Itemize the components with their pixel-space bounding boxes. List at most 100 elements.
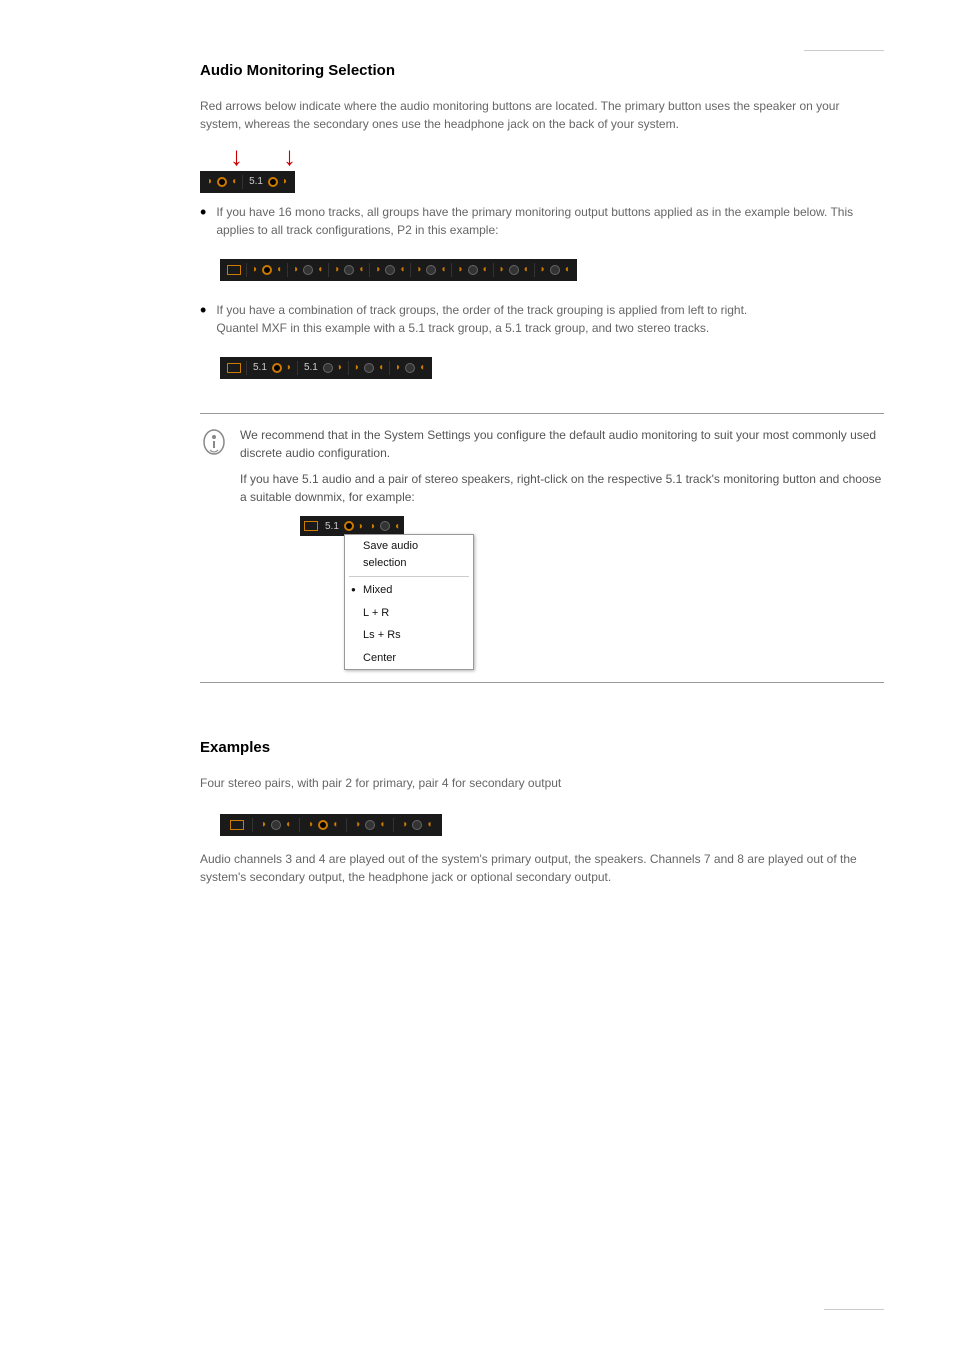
monitor-button[interactable] [426,265,436,275]
menu-item-center[interactable]: Center [345,647,473,670]
note-block: We recommend that in the System Settings… [200,413,884,683]
speaker-left-icon: ◗ [540,263,546,277]
speaker-left-icon: ◗ [499,263,505,277]
monitor-button[interactable] [380,521,390,531]
note-paragraph-2: If you have 5.1 audio and a pair of ster… [240,470,884,506]
audio-group: 5.1 ◗ [297,361,348,375]
monitor-button[interactable] [468,265,478,275]
channel-label-5-1: 5.1 [248,175,264,189]
speaker-right-icon: ◖ [378,361,384,375]
monitor-button-active[interactable] [272,363,282,373]
speaker-left-icon: ◗ [308,818,314,832]
bullet-text-2a: If you have a combination of track group… [216,303,747,317]
speaker-left-icon: ◗ [334,263,340,277]
audio-bar-combo: 5.1 ◗ 5.1 ◗ ◗ ◖ ◗ ◖ [220,357,432,379]
speaker-left-icon: ◗ [416,263,422,277]
monitor-icon [227,265,241,275]
dropdown-audio-bar: 5.1 ◗ ◗ ◖ [300,516,404,536]
speaker-right-icon: ◖ [379,818,385,832]
note-paragraph-1: We recommend that in the System Settings… [240,426,884,462]
bullet-text-1: If you have 16 mono tracks, all groups h… [216,203,884,239]
audio-group: 5.1 ◗ [246,361,297,375]
speaker-right-icon: ◖ [394,519,400,534]
channel-label-5-1: 5.1 [252,361,268,375]
audio-group: ◗ ◖ [252,818,299,832]
speaker-right-icon: ◖ [317,263,323,277]
menu-item-mixed[interactable]: Mixed [345,579,473,602]
monitor-button[interactable] [550,265,560,275]
speaker-left-icon: ◗ [355,818,361,832]
down-arrow-icon: ↓ [230,143,243,169]
bullet-icon: • [200,203,206,221]
intro-paragraph: Red arrows below indicate where the audi… [200,97,884,133]
monitor-button[interactable] [344,265,354,275]
monitor-button[interactable] [271,820,281,830]
examples-intro: Four stereo pairs, with pair 2 for prima… [200,774,884,792]
bullet-text-2: If you have a combination of track group… [216,301,747,337]
speaker-right-icon: ◖ [285,818,291,832]
monitor-button-active[interactable] [268,177,278,187]
audio-group: 5.1 ◗ [242,175,293,189]
header-rule [804,50,884,51]
monitor-button[interactable] [412,820,422,830]
audio-group: ◗ ◖ [410,263,451,277]
monitor-button-active[interactable] [318,820,328,830]
speaker-left-icon: ◗ [293,263,299,277]
audio-bar-16mono: ◗ ◖ ◗ ◖ ◗ ◖ ◗ ◖ ◗ ◖ ◗ ◖ ◗ [220,259,577,281]
context-menu: Save audio selection Mixed L + R Ls + Rs… [344,534,474,670]
info-icon [200,428,228,456]
monitor-button-active[interactable] [217,177,227,187]
monitor-icon [227,363,241,373]
audio-group: ◗ ◖ [287,263,328,277]
down-arrow-icon: ↓ [283,143,296,169]
page-footer [200,1309,884,1310]
speaker-left-icon: ◗ [370,519,376,534]
bullet-text-2b: Quantel MXF in this example with a 5.1 t… [216,321,709,335]
speaker-right-icon: ◖ [564,263,570,277]
audio-group: ◗ ◖ [393,818,440,832]
speaker-left-icon: ◗ [286,361,292,375]
speaker-right-icon: ◖ [419,361,425,375]
speaker-left-icon: ◗ [354,361,360,375]
speaker-right-icon: ◖ [276,263,282,277]
note-content: We recommend that in the System Settings… [240,426,884,670]
audio-group: ◗ ◖ [246,263,287,277]
audio-bar-small: ◗ ◖ 5.1 ◗ [200,171,295,193]
audio-group: ◗ ◖ [346,818,393,832]
speaker-right-icon: ◖ [358,263,364,277]
channel-label-5-1: 5.1 [303,361,319,375]
menu-item-l-r[interactable]: L + R [345,602,473,625]
section-heading-audio-monitoring: Audio Monitoring Selection [200,60,884,81]
monitor-icon [230,820,244,830]
monitor-icon [304,521,318,531]
speaker-left-icon: ◗ [261,818,267,832]
monitor-button[interactable] [364,363,374,373]
monitor-button[interactable] [405,363,415,373]
monitor-button[interactable] [385,265,395,275]
audio-bar-example: ◗ ◖ ◗ ◖ ◗ ◖ ◗ ◖ [220,814,442,836]
monitor-icon-group [222,265,246,275]
audio-group: ◗ ◖ [369,263,410,277]
speaker-right-icon: ◖ [332,818,338,832]
menu-item-ls-rs[interactable]: Ls + Rs [345,624,473,647]
monitor-button[interactable] [323,363,333,373]
menu-separator [349,576,469,577]
footer-right [824,1309,884,1310]
examples-after-paragraph: Audio channels 3 and 4 are played out of… [200,850,884,886]
speaker-left-icon: ◗ [457,263,463,277]
bullet-icon: • [200,301,206,319]
speaker-right-icon: ◖ [482,263,488,277]
monitor-button-active[interactable] [344,521,354,531]
monitor-button-active[interactable] [262,265,272,275]
monitor-button[interactable] [303,265,313,275]
monitor-button[interactable] [365,820,375,830]
speaker-right-icon: ◖ [231,175,237,189]
menu-item-save-audio-selection[interactable]: Save audio selection [345,535,473,574]
bullet-item: • If you have a combination of track gro… [200,301,884,337]
dropdown-demo: 5.1 ◗ ◗ ◖ Save audio selection Mixed L +… [300,516,474,670]
audio-group: ◗ ◖ [493,263,534,277]
audio-group: ◗ ◖ [451,263,492,277]
speaker-left-icon: ◗ [358,519,364,534]
monitor-button[interactable] [509,265,519,275]
speaker-left-icon: ◗ [375,263,381,277]
